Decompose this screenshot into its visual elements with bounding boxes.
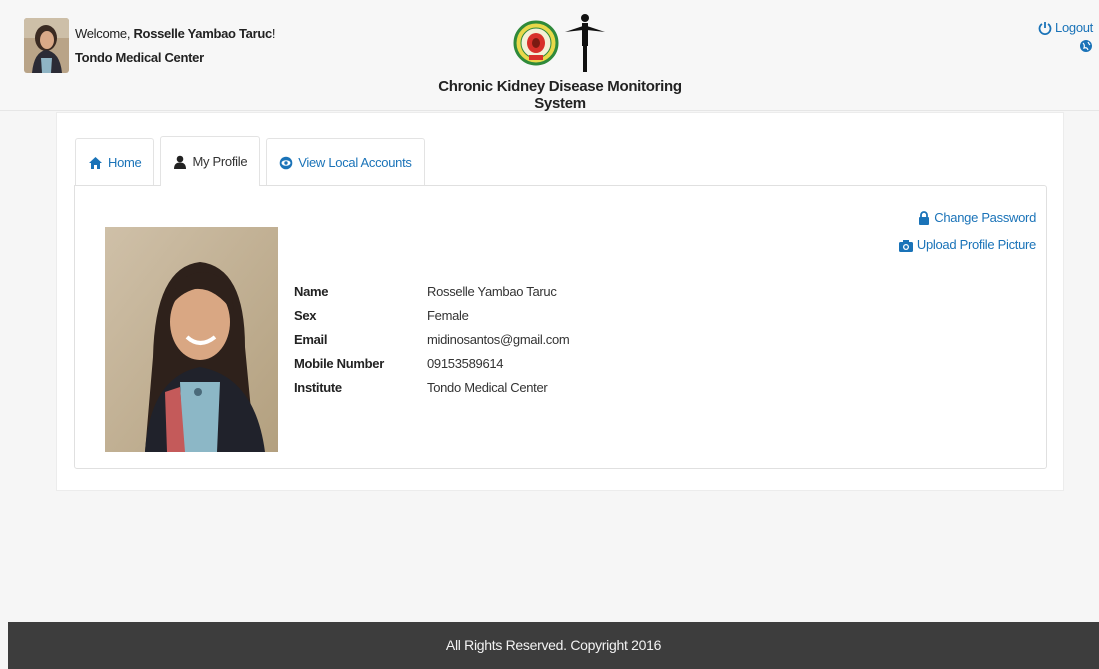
brand: Chronic Kidney Disease Monitoring System <box>430 12 690 112</box>
avatar <box>24 18 69 73</box>
logout-link[interactable]: Logout <box>1038 20 1093 39</box>
change-password-link[interactable]: Change Password <box>918 206 1036 230</box>
profile-tab-content: Change Password Upload Profile Picture N… <box>74 185 1047 469</box>
detail-label: Email <box>294 332 328 347</box>
tab-view-local-accounts-label: View Local Accounts <box>298 155 412 170</box>
detail-label: Sex <box>294 308 317 323</box>
human-figure-logo <box>565 14 605 72</box>
globe-icon[interactable] <box>1038 39 1093 57</box>
society-seal-logo <box>513 20 559 66</box>
upload-picture-link[interactable]: Upload Profile Picture <box>898 233 1036 257</box>
user-name: Rosselle Yambao Taruc <box>133 26 272 41</box>
main-panel: Home My Profile View Local Accounts Chan… <box>56 112 1064 491</box>
footer: All Rights Reserved. Copyright 2016 <box>8 622 1099 669</box>
system-title: Chronic Kidney Disease Monitoring System <box>438 78 682 112</box>
user-icon <box>173 155 187 169</box>
detail-value: Rosselle Yambao Taruc <box>427 284 557 299</box>
detail-row-mobile: Mobile Number 09153589614 <box>294 352 569 376</box>
detail-value: Female <box>427 308 469 323</box>
footer-text: All Rights Reserved. Copyright 2016 <box>445 637 662 653</box>
welcome-block: Welcome, Rosselle Yambao Taruc! Tondo Me… <box>75 22 276 70</box>
logout-label: Logout <box>1055 20 1093 35</box>
detail-row-sex: Sex Female <box>294 304 569 328</box>
lock-icon <box>919 211 930 225</box>
detail-value: 09153589614 <box>427 356 504 371</box>
change-password-label: Change Password <box>934 210 1036 225</box>
camera-icon <box>898 239 913 252</box>
tab-home[interactable]: Home <box>75 138 155 186</box>
detail-label: Mobile Number <box>294 356 384 371</box>
tab-view-local-accounts[interactable]: View Local Accounts <box>266 138 425 186</box>
welcome-prefix: Welcome, <box>75 26 134 41</box>
welcome-line: Welcome, Rosselle Yambao Taruc! <box>75 22 276 46</box>
detail-value: midinosantos@gmail.com <box>427 332 570 347</box>
profile-actions: Change Password Upload Profile Picture <box>898 206 1036 260</box>
upload-picture-label: Upload Profile Picture <box>916 237 1036 252</box>
detail-row-email: Email midinosantos@gmail.com <box>294 328 570 352</box>
welcome-suffix: ! <box>271 26 276 41</box>
power-icon <box>1038 21 1052 39</box>
detail-label: Institute <box>294 380 342 395</box>
detail-row-institute: Institute Tondo Medical Center <box>294 376 569 400</box>
tab-my-profile[interactable]: My Profile <box>160 136 261 186</box>
user-institute: Tondo Medical Center <box>75 50 204 65</box>
tab-my-profile-label: My Profile <box>192 154 248 169</box>
header: Welcome, Rosselle Yambao Taruc! Tondo Me… <box>0 0 1099 112</box>
tab-home-label: Home <box>108 155 142 170</box>
detail-value: Tondo Medical Center <box>427 380 548 395</box>
logout-area: Logout <box>1038 20 1093 57</box>
detail-row-name: Name Rosselle Yambao Taruc <box>294 280 569 304</box>
eye-icon <box>279 156 293 170</box>
tab-bar: Home My Profile View Local Accounts <box>75 136 431 186</box>
profile-photo <box>105 227 278 452</box>
profile-details: Name Rosselle Yambao Taruc Sex Female Em… <box>294 280 570 400</box>
brand-logos <box>430 12 690 74</box>
detail-label: Name <box>294 284 329 299</box>
home-icon <box>88 156 103 170</box>
